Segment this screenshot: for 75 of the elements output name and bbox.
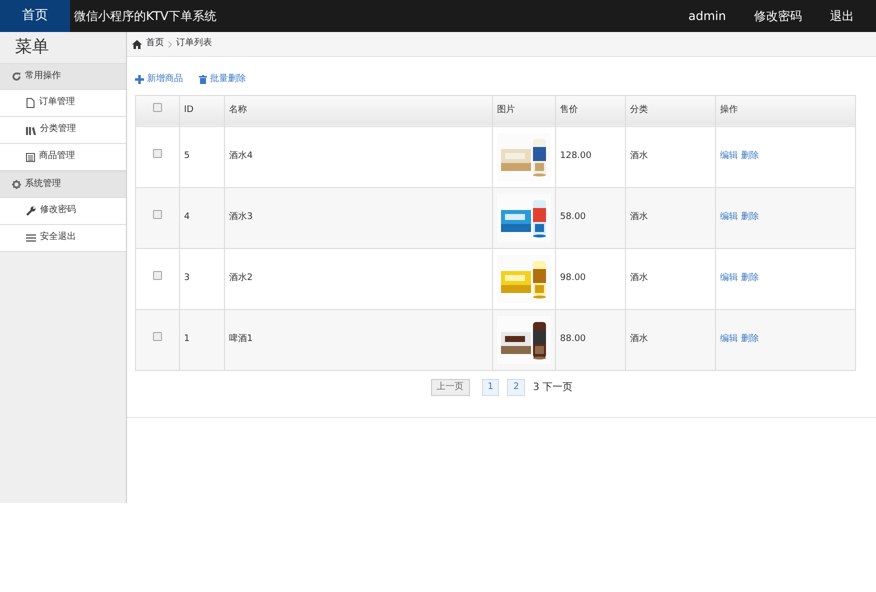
document-icon (26, 98, 35, 108)
column-header: ID (180, 95, 224, 126)
menu-item-label: 商品管理 (39, 150, 75, 164)
table-cell: 4 (180, 187, 224, 248)
sidebar-item[interactable]: 商品管理 (0, 144, 126, 171)
table-cell: 88.00 (556, 309, 626, 370)
previous-page-button[interactable]: 上一页 (430, 378, 470, 396)
table-cell: 酒水 (626, 248, 716, 309)
row-action-link[interactable]: 编辑 (720, 334, 738, 344)
chevron-icon (168, 40, 172, 48)
app-title: 微信小程序的KTV下单系统 (74, 8, 216, 25)
row-action-link[interactable]: 删除 (741, 150, 759, 161)
sidebar-title: 菜单 (14, 36, 50, 59)
table-cell: 128.00 (556, 126, 626, 187)
column-header: 名称 (224, 95, 492, 126)
row-action-link[interactable]: 删除 (741, 272, 759, 283)
table-cell: 酒水 (626, 309, 716, 370)
table-cell: 酒水4 (224, 126, 492, 187)
row-action-link[interactable]: 编辑 (720, 150, 738, 161)
breadcrumb-current: 订单列表 (176, 37, 212, 50)
row-checkbox[interactable] (153, 332, 162, 342)
menu-icon (26, 234, 36, 242)
settings-icon (12, 180, 21, 189)
sidebar-item[interactable]: 修改密码 (0, 198, 126, 225)
column-header: 图片 (492, 95, 556, 126)
row-action-link[interactable]: 删除 (741, 212, 759, 222)
nav-link[interactable]: 退出 (816, 7, 868, 25)
breadcrumb-link[interactable]: 首页 (146, 37, 164, 51)
trash-icon (199, 75, 207, 84)
menu-group-label: 系统管理 (25, 178, 61, 191)
sidebar-item[interactable]: 安全退出 (0, 225, 126, 252)
action-link[interactable]: 新增商品 (135, 73, 183, 86)
table-cell: 啤酒1 (224, 309, 492, 370)
table-cell: 酒水2 (224, 248, 492, 309)
column-header: 分类 (626, 95, 716, 126)
menu-item-label: 安全退出 (40, 231, 76, 244)
menu-group-label: 常用操作 (25, 70, 61, 83)
table-cell: 酒水3 (224, 187, 492, 248)
menu-group-header[interactable]: 系统管理 (0, 171, 126, 198)
sidebar-item[interactable]: 分类管理 (0, 117, 126, 144)
row-action-link[interactable]: 删除 (741, 334, 759, 344)
table-cell: 98.00 (556, 248, 626, 309)
table-cell: 3 (180, 248, 224, 309)
row-checkbox[interactable] (153, 210, 162, 220)
menu-item-label: 订单管理 (39, 96, 75, 110)
table-cell: 酒水 (626, 126, 716, 187)
column-header: 售价 (556, 95, 626, 126)
books-icon (26, 126, 36, 134)
nav-link[interactable]: 修改密码 (740, 7, 816, 25)
table-cell: 酒水 (626, 187, 716, 248)
table-cell: 5 (180, 126, 224, 187)
select-all-checkbox[interactable] (153, 103, 162, 112)
row-action-link[interactable]: 编辑 (720, 212, 738, 222)
nav-link[interactable]: admin (674, 7, 740, 25)
sidebar-item[interactable]: 订单管理 (0, 90, 126, 117)
wrench-icon (26, 206, 36, 216)
action-link[interactable]: 批量删除 (199, 73, 246, 86)
list-icon (26, 152, 35, 162)
home-icon (132, 40, 142, 48)
menu-item-label: 修改密码 (40, 204, 76, 218)
menu-group-header[interactable]: 常用操作 (0, 63, 126, 90)
refresh-icon (12, 72, 21, 81)
column-header: 操作 (716, 95, 856, 126)
next-page-link[interactable]: 下一页 (542, 380, 572, 395)
page-button[interactable]: 1 (482, 378, 500, 396)
table-cell: 1 (180, 309, 224, 370)
menu-item-label: 分类管理 (40, 123, 76, 136)
row-action-link[interactable]: 编辑 (720, 272, 738, 283)
home-tab[interactable]: 首页 (0, 0, 70, 32)
row-checkbox[interactable] (153, 149, 162, 158)
page-button[interactable]: 2 (507, 378, 526, 396)
current-page: 3 (533, 380, 540, 395)
row-checkbox[interactable] (153, 271, 162, 280)
plus-icon (135, 75, 144, 84)
table-cell: 58.00 (556, 187, 626, 248)
